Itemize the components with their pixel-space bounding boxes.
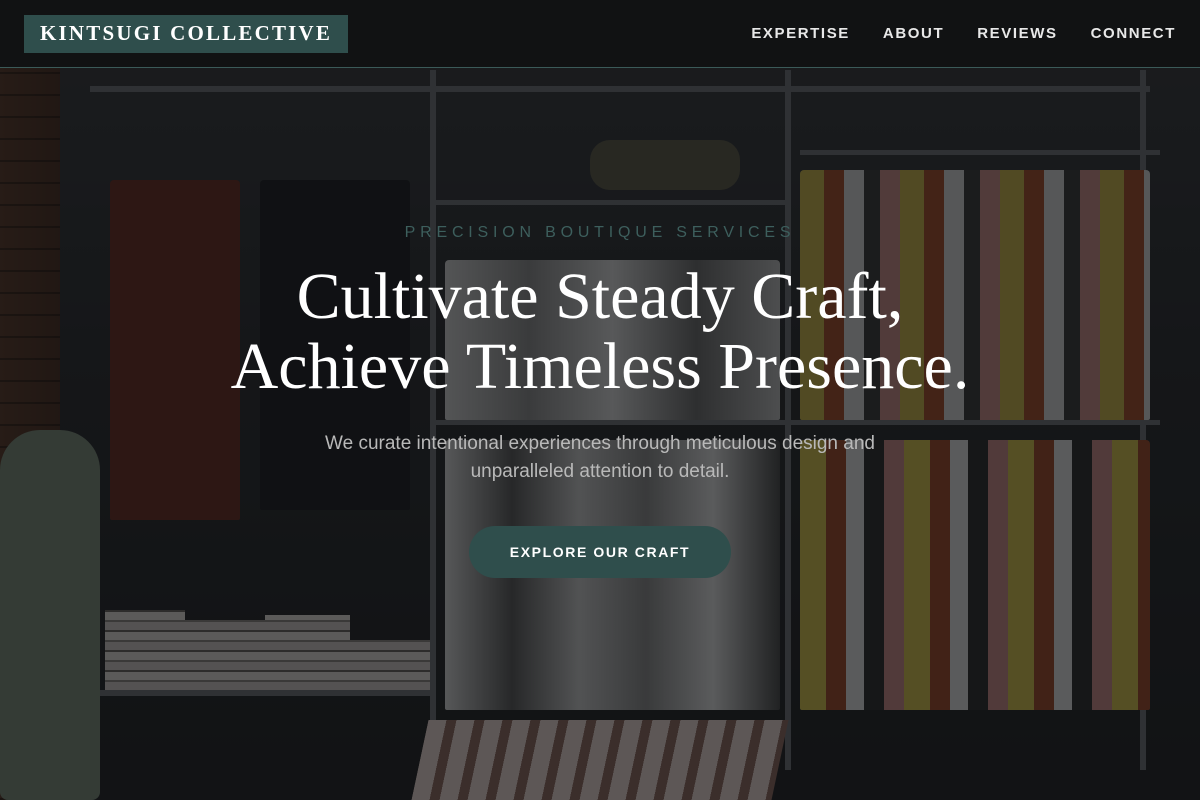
- hero-subheadline: We curate intentional experiences throug…: [250, 430, 950, 486]
- nav-link-expertise[interactable]: EXPERTISE: [751, 25, 850, 42]
- nav-link-about[interactable]: ABOUT: [883, 25, 944, 42]
- subheadline-line-1: We curate intentional experiences throug…: [325, 433, 875, 454]
- hero-headline: Cultivate Steady Craft, Achieve Timeless…: [0, 262, 1200, 402]
- main-nav: EXPERTISE ABOUT REVIEWS CONNECT: [751, 25, 1176, 42]
- site-header: KINTSUGI COLLECTIVE EXPERTISE ABOUT REVI…: [0, 0, 1200, 68]
- headline-line-1: Cultivate Steady Craft,: [296, 260, 904, 333]
- subheadline-line-2: unparalleled attention to detail.: [470, 461, 730, 482]
- hero-section: PRECISION BOUTIQUE SERVICES Cultivate St…: [0, 68, 1200, 800]
- explore-craft-button[interactable]: EXPLORE OUR CRAFT: [469, 526, 731, 578]
- brand-logo[interactable]: KINTSUGI COLLECTIVE: [24, 14, 349, 53]
- headline-line-2: Achieve Timeless Presence.: [230, 330, 970, 403]
- hero-eyebrow: PRECISION BOUTIQUE SERVICES: [404, 224, 796, 241]
- nav-link-reviews[interactable]: REVIEWS: [977, 25, 1057, 42]
- nav-link-connect[interactable]: CONNECT: [1091, 25, 1176, 42]
